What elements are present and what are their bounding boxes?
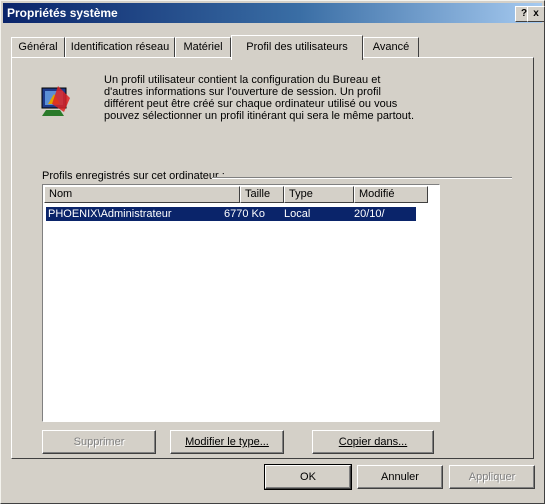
copy-to-label: Copier dans...	[338, 436, 408, 448]
title-bar[interactable]: Propriétés système ? x	[3, 3, 545, 23]
change-type-button[interactable]: Modifier le type...	[170, 430, 284, 454]
tab-advanced[interactable]: Avancé	[363, 37, 419, 58]
system-properties-window: Propriétés système ? x Général Identific…	[0, 0, 545, 504]
table-row[interactable]: PHOENIX\Administrateur 6770 Ko Local 20/…	[46, 207, 416, 221]
profile-description: Un profil utilisateur contient la config…	[104, 74, 415, 122]
profiles-group-label: Profils enregistrés sur cet ordinateur :	[42, 170, 225, 182]
copy-to-button[interactable]: Copier dans...	[312, 430, 434, 454]
column-header-size[interactable]: Taille	[240, 186, 284, 203]
column-header-name[interactable]: Nom	[44, 186, 240, 203]
tab-user-profiles[interactable]: Profil des utilisateurs	[231, 35, 363, 60]
apply-button[interactable]: Appliquer	[449, 465, 535, 489]
list-header: Nom Taille Type Modifié	[44, 186, 438, 203]
change-type-label: Modifier le type...	[185, 436, 269, 448]
row-modified: 20/10/	[354, 208, 385, 220]
user-profile-icon	[41, 86, 70, 116]
tab-hardware[interactable]: Matériel	[175, 37, 231, 58]
group-divider	[212, 177, 512, 179]
delete-button[interactable]: Supprimer	[42, 430, 156, 454]
tab-general[interactable]: Général	[11, 37, 65, 58]
row-type: Local	[284, 208, 311, 220]
column-header-type[interactable]: Type	[284, 186, 354, 203]
profiles-list[interactable]: Nom Taille Type Modifié PHOENIX\Administ…	[42, 184, 440, 422]
window-title: Propriétés système	[7, 6, 118, 20]
ok-button[interactable]: OK	[264, 464, 352, 490]
user-profiles-panel: Un profil utilisateur contient la config…	[11, 57, 534, 459]
cancel-button[interactable]: Annuler	[357, 465, 443, 489]
column-header-modified[interactable]: Modifié	[354, 186, 428, 203]
tab-strip: Général Identification réseau Matériel P…	[11, 35, 534, 60]
row-name: PHOENIX\Administrateur	[48, 208, 172, 220]
row-size: 6770 Ko	[224, 208, 265, 220]
tab-network-identification[interactable]: Identification réseau	[65, 37, 175, 58]
close-button[interactable]: x	[527, 6, 545, 22]
